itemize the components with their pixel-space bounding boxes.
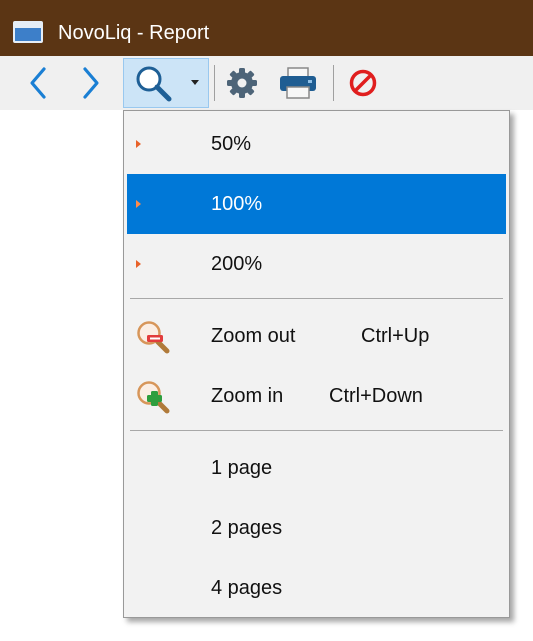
menu-item-label: Zoom in [211,384,284,407]
menu-item-100-percent[interactable]: 100% [127,174,506,234]
zoom-menu: 50% 100% 200% Zoom out Ctrl+Up Zoom in C… [123,110,510,618]
zoom-out-icon [137,321,170,354]
menu-item-marker [136,140,141,148]
printer-icon [280,67,316,99]
menu-item-50-percent[interactable]: 50% [127,114,506,174]
menu-item-marker [136,200,141,208]
menu-item-label: 200% [211,252,263,275]
print-button[interactable] [274,56,322,110]
gear-icon [227,68,257,98]
menu-item-zoom-in[interactable]: Zoom in Ctrl+Down [127,366,506,426]
chevron-right-icon [83,67,99,99]
toolbar [0,56,533,110]
no-entry-icon [349,69,377,97]
caret-down-icon [191,80,199,85]
menu-separator [130,430,503,431]
zoom-in-icon [137,381,170,414]
toolbar-separator [214,65,215,101]
menu-item-2-pages[interactable]: 2 pages [127,498,506,558]
title-bar: NovoLiq - Report [0,0,533,56]
app-window-icon [13,21,43,43]
chevron-left-icon [30,67,46,99]
settings-button[interactable] [222,56,262,110]
back-button[interactable] [20,56,56,110]
menu-item-200-percent[interactable]: 200% [127,234,506,294]
menu-item-label: Zoom out [211,324,296,347]
menu-item-4-pages[interactable]: 4 pages [127,558,506,618]
menu-item-label: 50% [211,132,252,155]
menu-item-label: 100% [211,192,263,215]
menu-item-1-page[interactable]: 1 page [127,438,506,498]
magnifier-icon [136,66,172,102]
menu-item-label: 2 pages [211,516,283,539]
stop-button[interactable] [343,56,383,110]
menu-item-shortcut: Ctrl+Down [329,384,423,407]
forward-button[interactable] [73,56,109,110]
menu-item-marker [136,260,141,268]
menu-item-shortcut: Ctrl+Up [361,324,430,347]
menu-item-label: 1 page [211,456,273,479]
menu-item-zoom-out[interactable]: Zoom out Ctrl+Up [127,306,506,366]
window-title: NovoLiq - Report [58,22,210,44]
menu-item-label: 4 pages [211,576,283,599]
zoom-button[interactable] [126,56,180,110]
menu-separator [130,298,503,299]
toolbar-separator [333,65,334,101]
zoom-dropdown-button[interactable] [183,56,207,110]
